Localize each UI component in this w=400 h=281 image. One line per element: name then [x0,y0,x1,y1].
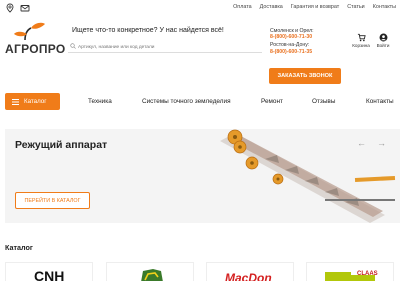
top-link-articles[interactable]: Статьи [347,4,364,10]
search-icon [70,43,76,49]
brand-card-macdon[interactable]: MacDon [206,262,294,281]
cart-button[interactable]: Корзина [350,33,372,48]
search-input[interactable] [78,42,258,52]
order-call-button[interactable]: ЗАКАЗАТЬ ЗВОНОК [269,68,341,84]
top-link-payment[interactable]: Оплата [233,4,252,10]
cutting-apparatus-image [220,129,396,223]
search-bar[interactable] [68,41,262,53]
cnh-logo-text: CNH [34,268,64,281]
nav-item-technics[interactable]: Техника [88,98,112,105]
contacts-block: Смоленск и Орел: 8-(800)-600-71-30 Росто… [270,28,314,55]
contact-phone-2[interactable]: 8-(800)-600-71-35 [270,49,314,55]
top-link-delivery[interactable]: Доставка [260,4,283,10]
cart-icon [357,33,366,42]
user-icon [379,33,387,42]
brand-card-john-deere[interactable] [106,262,194,281]
top-link-warranty[interactable]: Гарантия и возврат [291,4,339,10]
catalog-button-label: Каталог [24,98,47,105]
hero-banner: Режущий аппарат ПЕРЕЙТИ В КАТАЛОГ ← → [5,129,400,223]
search-slogan: Ищете что-то конкретное? У нас найдется … [72,27,224,34]
login-button[interactable]: Войти [372,33,394,48]
cnh-logo: CNH [34,268,64,281]
contact-city-2: Ростов-на-Дону: [270,42,310,49]
brand-card-claas[interactable]: CLAAS [306,262,394,281]
hero-title: Режущий аппарат [15,139,108,151]
login-label: Войти [376,43,390,48]
catalog-section-title: Каталог [5,243,33,252]
brand-card-cnh[interactable]: CNH [5,262,93,281]
nav-item-repair[interactable]: Ремонт [261,98,283,105]
nav-item-reviews[interactable]: Отзывы [312,98,335,105]
top-bar: Оплата Доставка Гарантия и возврат Стать… [0,0,400,16]
top-link-contacts[interactable]: Контакты [373,4,396,10]
nav-item-contacts[interactable]: Контакты [366,98,394,105]
john-deere-logo [141,269,163,281]
contact-phone-1[interactable]: 8-(800)-600-71-30 [270,34,314,40]
location-icon[interactable] [5,3,15,13]
macdon-logo-text: MacDon [225,271,272,281]
nav-item-precision-farming[interactable]: Системы точного земледелия [142,98,231,105]
claas-logo-text: CLAAS [357,271,378,277]
logo-text[interactable]: АГРОПРО [5,42,66,56]
menu-icon [12,98,19,105]
go-to-catalog-button[interactable]: ПЕРЕЙТИ В КАТАЛОГ [15,192,90,209]
mail-icon[interactable] [20,3,30,13]
claas-logo: CLAAS [325,271,378,281]
macdon-logo: MacDon [225,271,272,281]
catalog-button[interactable]: Каталог [5,93,60,110]
cart-label: Корзина [352,43,370,48]
